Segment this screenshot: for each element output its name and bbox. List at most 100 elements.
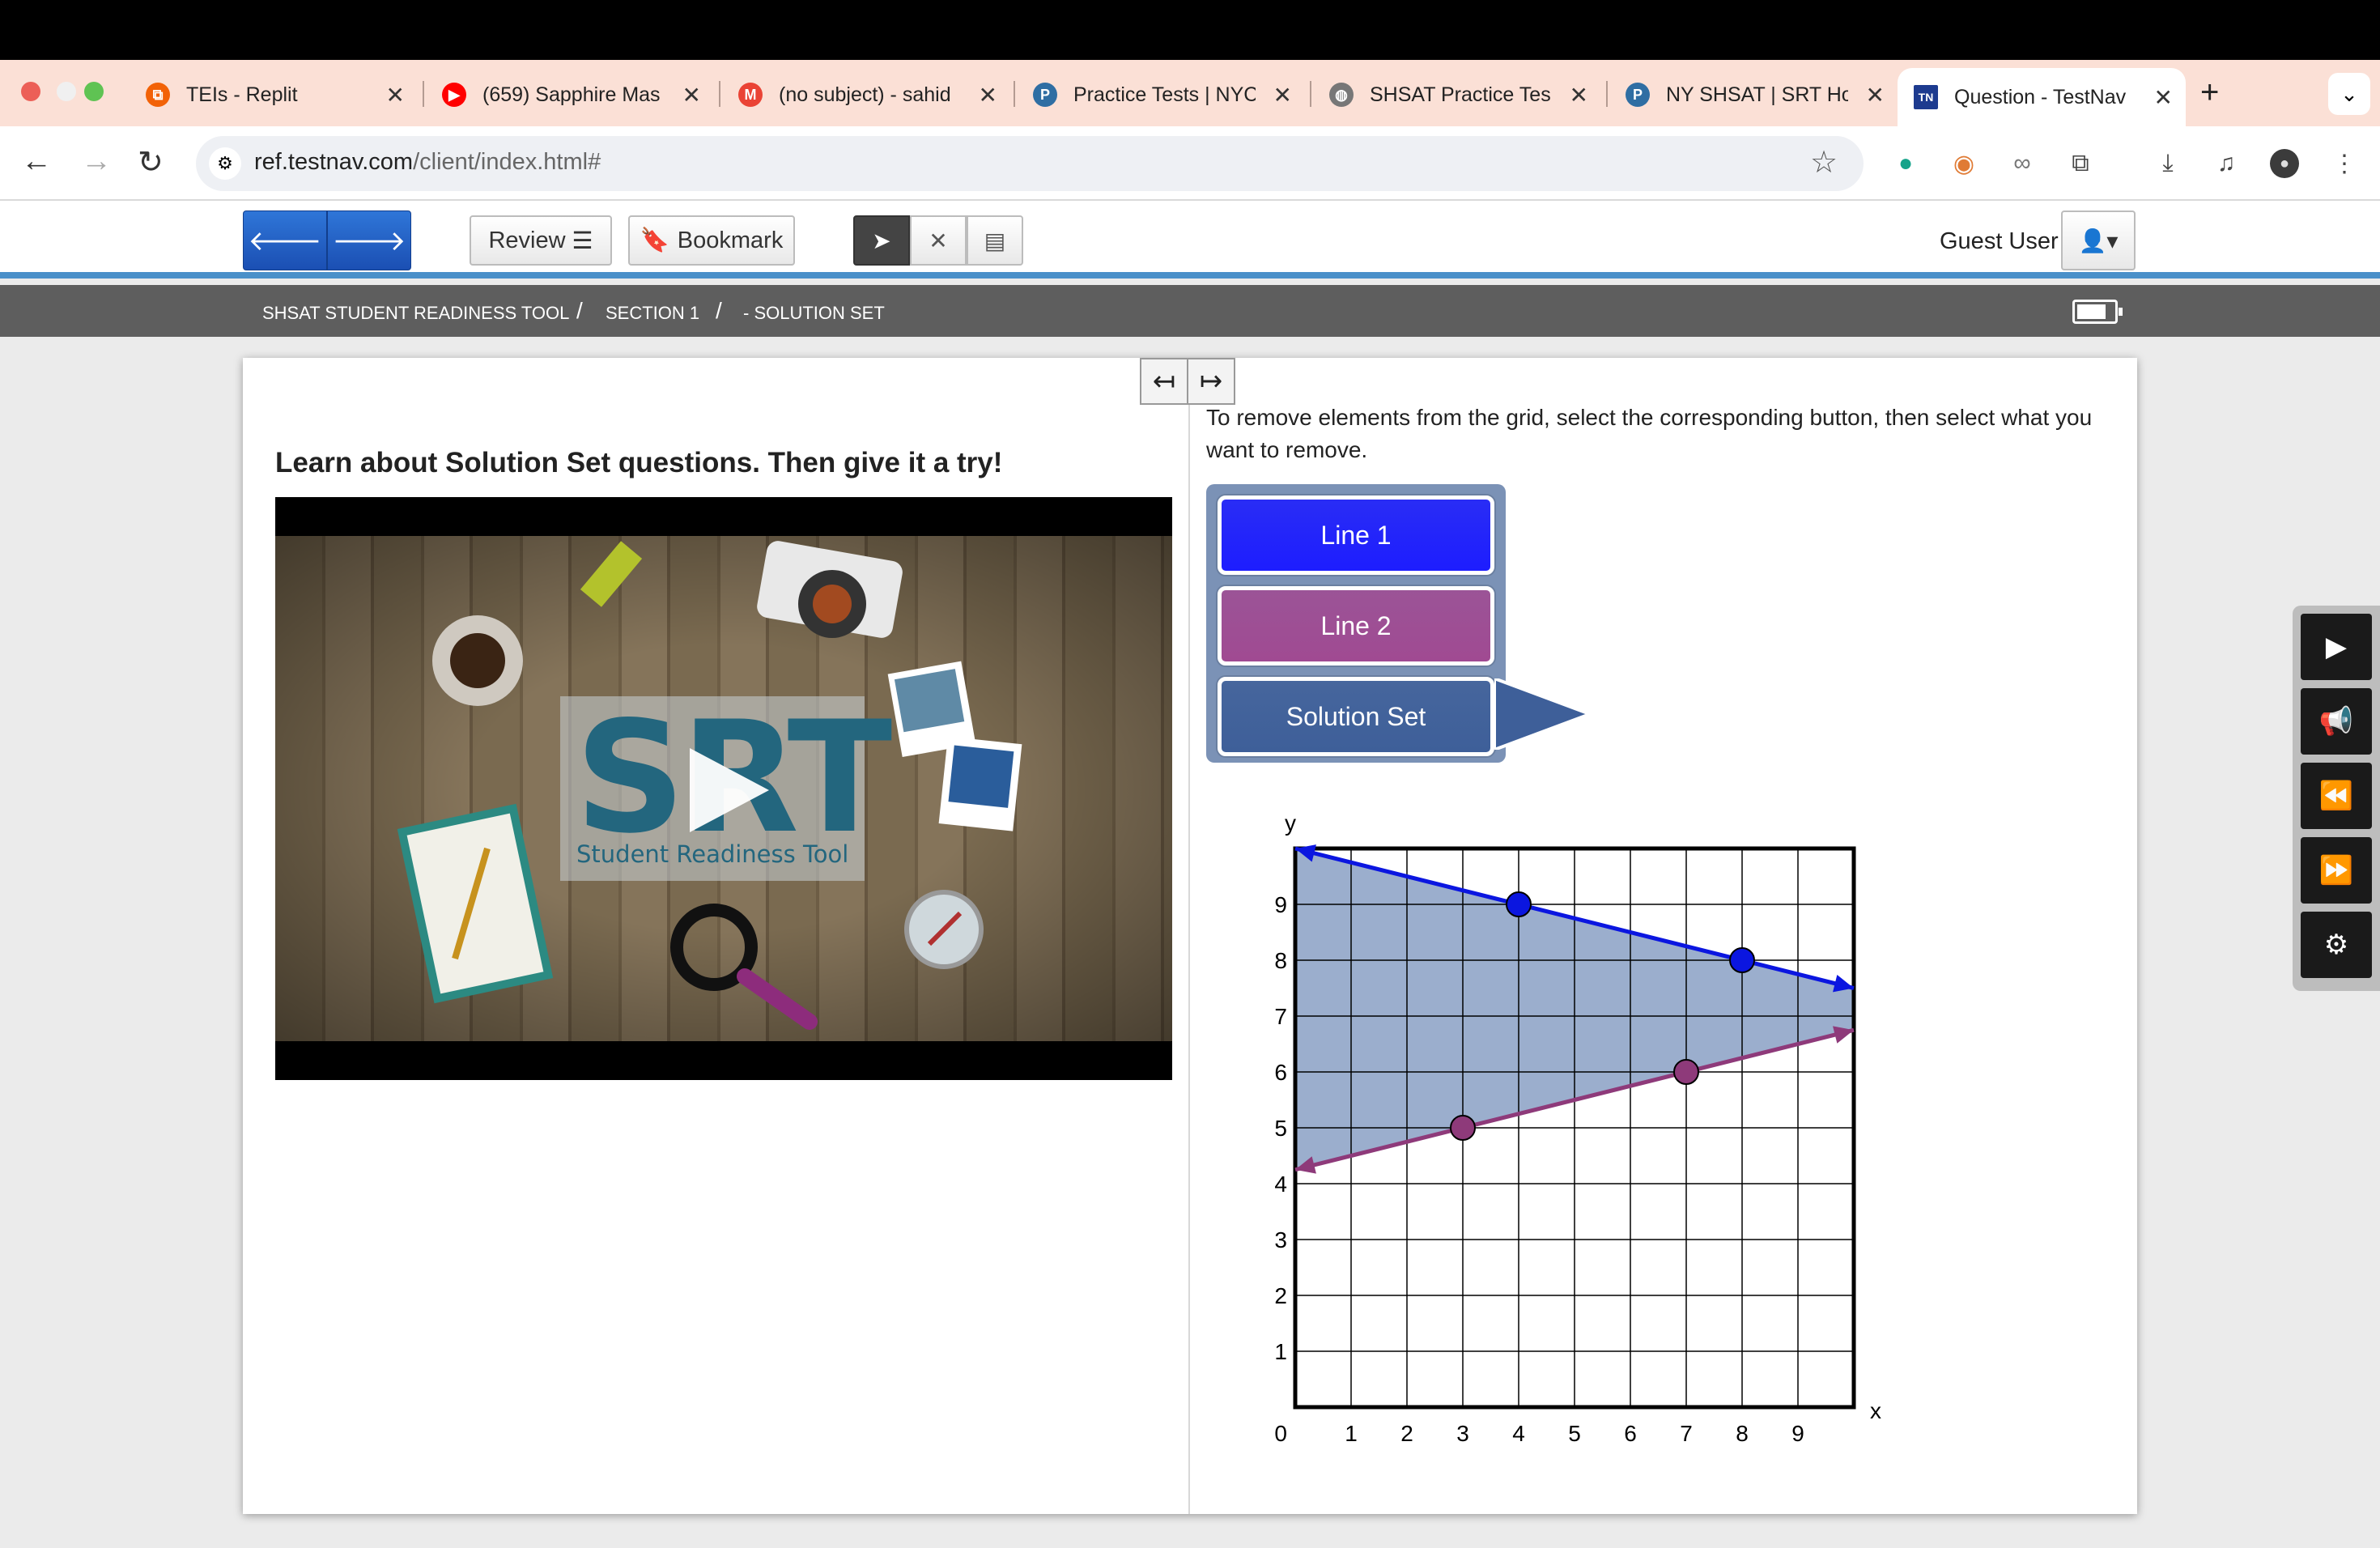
y-tick-label: 9 xyxy=(1274,892,1287,917)
tts-rewind-button[interactable]: ⏪ xyxy=(2301,763,2372,829)
globe-icon: ◍ xyxy=(1329,83,1354,107)
y-tick-label: 1 xyxy=(1274,1339,1287,1364)
browser-menu-icon[interactable]: ⋮ xyxy=(2330,149,2359,178)
play-icon[interactable] xyxy=(690,748,769,832)
grammarly-icon[interactable]: ● xyxy=(1891,149,1920,178)
browser-tab[interactable]: ▶ (659) Sapphire Mas ✕ xyxy=(426,70,714,120)
browser-tab[interactable]: P Practice Tests | NYC ✕ xyxy=(1017,70,1305,120)
close-tab-icon[interactable]: ✕ xyxy=(386,82,405,108)
gmail-icon: M xyxy=(738,83,763,107)
review-button[interactable]: Review ☰ xyxy=(470,215,612,266)
p-icon: P xyxy=(1626,83,1650,107)
tab-title: (no subject) - sahid xyxy=(779,83,951,106)
y-tick-label: 5 xyxy=(1274,1116,1287,1141)
y-tick-label: 8 xyxy=(1274,948,1287,973)
youtube-icon: ▶ xyxy=(442,83,466,107)
x-tick-label: 6 xyxy=(1624,1421,1637,1446)
reload-icon[interactable]: ↻ xyxy=(138,144,164,181)
y-tick-label: 4 xyxy=(1274,1172,1287,1197)
tab-separator xyxy=(1606,81,1608,107)
solution-set-button[interactable]: Solution Set xyxy=(1218,677,1494,756)
tts-announce-button[interactable]: 📢 xyxy=(2301,688,2372,755)
pane-resize-control[interactable]: ↤ ↦ xyxy=(1140,358,1235,405)
line-1-point[interactable] xyxy=(1729,947,1755,973)
bookmark-star-icon[interactable]: ☆ xyxy=(1810,144,1838,181)
collapse-left-icon[interactable]: ↤ xyxy=(1141,359,1188,403)
p-icon: P xyxy=(1033,83,1057,107)
x-axis-label: x xyxy=(1870,1398,1881,1423)
x-tick-label: 4 xyxy=(1512,1421,1525,1446)
next-question-button[interactable]: 🡒 xyxy=(327,211,411,270)
download-icon[interactable]: ⤓ xyxy=(2153,149,2182,178)
srt-subtitle: Student Readiness Tool xyxy=(576,840,849,868)
tab-title: Practice Tests | NYC xyxy=(1073,83,1256,106)
media-controls-icon[interactable]: ♫ xyxy=(2212,149,2241,178)
x-tick-label: 3 xyxy=(1456,1421,1469,1446)
window-zoom-button[interactable] xyxy=(84,82,104,101)
x-tick-label: 9 xyxy=(1791,1421,1804,1446)
tts-settings-button[interactable]: ⚙ xyxy=(2301,912,2372,978)
battery-icon xyxy=(2072,300,2123,324)
breadcrumb-tool: SHSAT STUDENT READINESS TOOL xyxy=(262,303,570,323)
pane-divider xyxy=(1188,358,1190,1514)
window-close-button[interactable] xyxy=(21,82,40,101)
review-label: Review xyxy=(488,227,566,253)
answer-eliminator-button[interactable]: ✕ xyxy=(910,215,967,266)
replit-icon: ⧉ xyxy=(146,83,170,107)
tts-forward-button[interactable]: ⏩ xyxy=(2301,837,2372,904)
y-tick-label: 3 xyxy=(1274,1227,1287,1252)
tab-title: TEIs - Replit xyxy=(186,83,298,106)
browser-forward-icon[interactable]: → xyxy=(81,144,112,179)
close-tab-icon[interactable]: ✕ xyxy=(1273,82,1292,108)
x-tick-label: 1 xyxy=(1345,1421,1358,1446)
new-tab-button[interactable]: + xyxy=(2200,74,2219,111)
browser-back-icon[interactable]: ← xyxy=(21,144,52,179)
line-1-button[interactable]: Line 1 xyxy=(1218,495,1494,575)
video-player[interactable]: SRT Student Readiness Tool xyxy=(275,497,1172,1080)
user-menu-button[interactable]: 👤▾ xyxy=(2061,211,2136,270)
window-minimize-button[interactable] xyxy=(57,82,76,101)
close-tab-icon[interactable]: ✕ xyxy=(1866,82,1885,108)
line-2-point[interactable] xyxy=(1673,1059,1699,1085)
bookmark-button[interactable]: 🔖 Bookmark xyxy=(628,215,795,266)
breadcrumb-separator: / xyxy=(716,298,722,323)
pointer-tool-button[interactable]: ➤ xyxy=(853,215,910,266)
browser-tab[interactable]: TN Question - TestNav ✕ xyxy=(1898,68,2186,126)
close-tab-icon[interactable]: ✕ xyxy=(682,82,701,108)
bookmark-icon: 🔖 xyxy=(640,228,669,253)
browser-tab[interactable]: P NY SHSAT | SRT Ho ✕ xyxy=(1609,70,1898,120)
previous-question-button[interactable]: 🡐 xyxy=(243,211,327,270)
notepad-button[interactable]: ▤ xyxy=(967,215,1023,266)
extension-links-icon[interactable]: ∞ xyxy=(2008,149,2037,178)
browser-tab[interactable]: ◍ SHSAT Practice Tes ✕ xyxy=(1313,70,1601,120)
url-text[interactable]: ref.testnav.com/client/index.html# xyxy=(254,149,601,176)
close-tab-icon[interactable]: ✕ xyxy=(979,82,997,108)
extensions-puzzle-icon[interactable]: ⧉ xyxy=(2066,149,2095,178)
browser-tab[interactable]: M (no subject) - sahid ✕ xyxy=(722,70,1010,120)
tab-separator xyxy=(1310,81,1311,107)
close-tab-icon[interactable]: ✕ xyxy=(1570,82,1588,108)
line-2-button[interactable]: Line 2 xyxy=(1218,586,1494,666)
tn-icon: TN xyxy=(1914,85,1938,109)
profile-avatar[interactable]: ● xyxy=(2270,149,2299,178)
line-1-point[interactable] xyxy=(1506,891,1532,917)
extension-orange-icon[interactable]: ◉ xyxy=(1949,149,1978,178)
browser-tab[interactable]: ⧉ TEIs - Replit ✕ xyxy=(130,70,418,120)
tab-search-button[interactable]: ⌄ xyxy=(2328,73,2370,115)
tab-title: NY SHSAT | SRT Ho xyxy=(1666,83,1848,106)
close-tab-icon[interactable]: ✕ xyxy=(2154,84,2173,111)
y-tick-label: 2 xyxy=(1274,1283,1287,1308)
x-tick-label: 2 xyxy=(1400,1421,1413,1446)
line-2-point[interactable] xyxy=(1450,1115,1476,1141)
os-menu-bar xyxy=(0,0,2380,60)
expand-right-icon[interactable]: ↦ xyxy=(1188,359,1234,403)
bookmark-label: Bookmark xyxy=(677,227,784,253)
tab-title: (659) Sapphire Mas xyxy=(482,83,661,106)
site-settings-icon[interactable]: ⚙ xyxy=(209,147,241,180)
tab-title: SHSAT Practice Tes xyxy=(1370,83,1551,106)
instructions-text: To remove elements from the grid, select… xyxy=(1206,405,2093,462)
x-tick-label: 5 xyxy=(1568,1421,1581,1446)
tts-play-button[interactable]: ▶ xyxy=(2301,614,2372,680)
breadcrumb: SHSAT STUDENT READINESS TOOL / SECTION 1… xyxy=(0,285,2380,337)
coordinate-grid[interactable]: 1 2 3 4 5 6 7 8 9 1 2 3 4 5 6 7 8 9 0 x y xyxy=(1247,802,1894,1449)
